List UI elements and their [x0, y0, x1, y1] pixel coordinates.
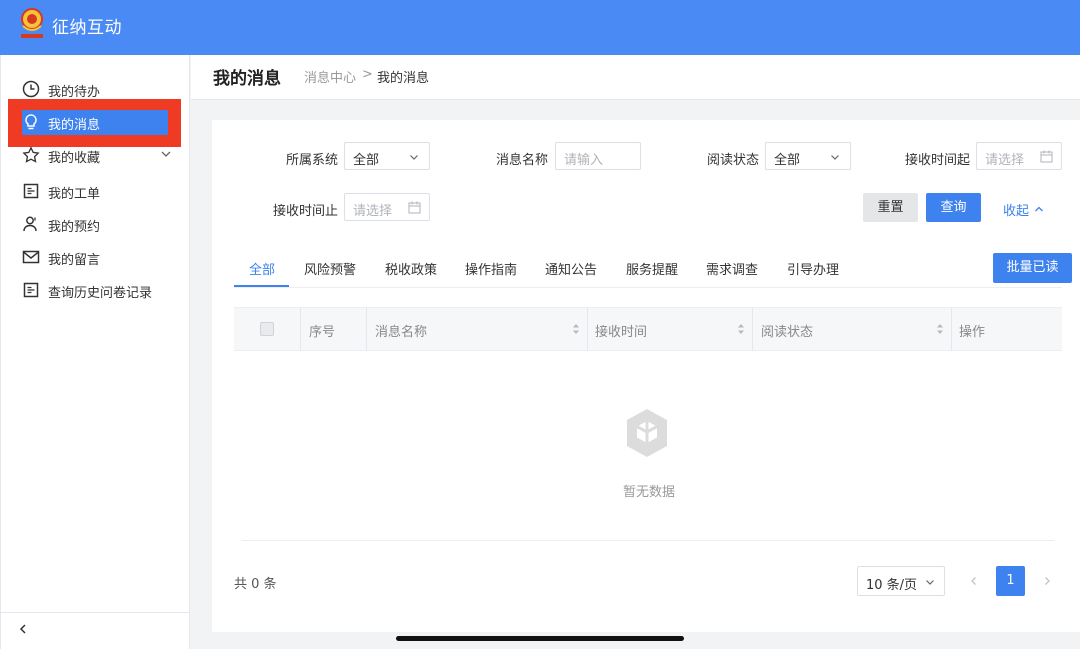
status-select-value: 全部: [774, 153, 801, 168]
calendar-icon: [408, 201, 421, 214]
document-icon: [23, 282, 39, 298]
sidebar-item-survey-history[interactable]: 查询历史问卷记录: [0, 277, 189, 303]
time-from-picker[interactable]: 请选择: [976, 142, 1062, 170]
tab-operation-guide[interactable]: 操作指南: [465, 259, 517, 278]
time-to-label: 接收时间止: [273, 204, 339, 219]
tab-guided-handling[interactable]: 引导办理: [787, 259, 839, 278]
system-filter-label: 所属系统: [286, 153, 339, 168]
chevron-right-icon[interactable]: [1041, 575, 1053, 587]
sidebar-item-messages-left[interactable]: 我的留言: [0, 244, 189, 270]
name-input-placeholder: 请输入: [564, 153, 604, 168]
name-filter-label: 消息名称: [496, 153, 549, 168]
star-icon: [22, 146, 40, 163]
column-header-name[interactable]: 消息名称: [375, 321, 427, 340]
sort-icon[interactable]: [572, 321, 580, 337]
column-divider: [366, 307, 367, 351]
empty-state-text: 暂无数据: [623, 485, 676, 500]
breadcrumb-item[interactable]: 消息中心: [304, 67, 356, 86]
chevron-down-icon: [831, 155, 839, 160]
query-button[interactable]: 查询: [926, 193, 981, 222]
page-size-value: 10 条/页: [866, 578, 918, 593]
sidebar-item-label: 查询历史问卷记录: [48, 286, 153, 301]
time-from-label: 接收时间起: [905, 153, 971, 168]
user-icon: [23, 216, 37, 232]
column-header-time[interactable]: 接收时间: [595, 321, 647, 340]
sidebar-item-label: 我的留言: [48, 253, 101, 268]
column-divider: [752, 307, 753, 351]
system-select[interactable]: 全部: [344, 142, 430, 170]
tab-surveys[interactable]: 需求调查: [706, 259, 758, 278]
column-header-status[interactable]: 阅读状态: [761, 321, 813, 340]
breadcrumb-separator: >: [362, 67, 373, 82]
app-title: 征纳互动: [52, 18, 122, 38]
chevron-up-icon[interactable]: [1034, 204, 1044, 214]
chevron-down-icon: [410, 155, 418, 160]
active-tab-indicator: [234, 285, 289, 287]
sidebar-footer-divider: [0, 612, 189, 613]
top-bar: [0, 0, 1080, 55]
sidebar-item-favorites[interactable]: 我的收藏: [0, 142, 189, 168]
sidebar-item-label: 我的工单: [48, 187, 101, 202]
sidebar-item-appointments[interactable]: 我的预约: [0, 211, 189, 237]
column-header-index: 序号: [309, 325, 336, 340]
empty-box-icon: [627, 409, 667, 457]
chevron-left-icon[interactable]: [16, 622, 30, 636]
tab-all[interactable]: 全部: [249, 259, 275, 278]
page-number-current[interactable]: 1: [996, 566, 1025, 596]
time-from-placeholder: 请选择: [985, 153, 1025, 168]
reset-button[interactable]: 重置: [863, 193, 918, 222]
chevron-left-icon[interactable]: [968, 575, 980, 587]
sort-icon[interactable]: [737, 321, 745, 337]
table-bottom-divider: [242, 540, 1054, 541]
sidebar-item-messages[interactable]: 我的消息: [0, 109, 189, 135]
page-size-select[interactable]: 10 条/页: [857, 566, 945, 596]
home-indicator: [396, 636, 684, 641]
lightbulb-icon: [25, 114, 37, 130]
status-filter-label: 阅读状态: [707, 153, 760, 168]
sidebar-item-workorders[interactable]: 我的工单: [0, 178, 189, 204]
chevron-down-icon: [926, 580, 934, 585]
sidebar-item-label: 我的待办: [48, 85, 101, 100]
workorder-icon: [23, 183, 39, 199]
tab-notices[interactable]: 通知公告: [545, 259, 597, 278]
sidebar-item-label: 我的收藏: [48, 151, 101, 166]
page-title: 我的消息: [213, 69, 281, 89]
breadcrumb-current: 我的消息: [377, 71, 430, 86]
chevron-down-icon: [161, 151, 171, 157]
tab-service-reminders[interactable]: 服务提醒: [626, 259, 678, 278]
sidebar-item-todo[interactable]: 我的待办: [0, 76, 189, 102]
time-to-picker[interactable]: 请选择: [344, 193, 430, 221]
tab-tax-policy[interactable]: 税收政策: [385, 259, 437, 278]
sort-icon[interactable]: [936, 321, 944, 337]
column-divider: [300, 307, 301, 351]
sidebar-item-label: 我的消息: [48, 118, 101, 133]
batch-mark-read-button[interactable]: 批量已读: [993, 253, 1072, 283]
mail-icon: [22, 250, 40, 264]
name-input[interactable]: 请输入: [555, 142, 641, 170]
column-divider: [951, 307, 952, 351]
system-select-value: 全部: [353, 153, 380, 168]
tab-risk-warning[interactable]: 风险预警: [304, 259, 356, 278]
clock-icon: [22, 80, 40, 98]
total-count: 共 0 条: [234, 577, 277, 592]
column-divider: [587, 307, 588, 351]
status-select[interactable]: 全部: [765, 142, 851, 170]
column-header-actions: 操作: [959, 325, 986, 340]
tax-emblem-logo: [21, 8, 43, 38]
tabs-divider: [234, 287, 1062, 288]
time-to-placeholder: 请选择: [353, 204, 393, 219]
select-all-checkbox[interactable]: [260, 322, 274, 336]
sidebar-item-label: 我的预约: [48, 220, 101, 235]
collapse-filters-link[interactable]: 收起: [1003, 200, 1029, 219]
calendar-icon: [1040, 150, 1053, 163]
